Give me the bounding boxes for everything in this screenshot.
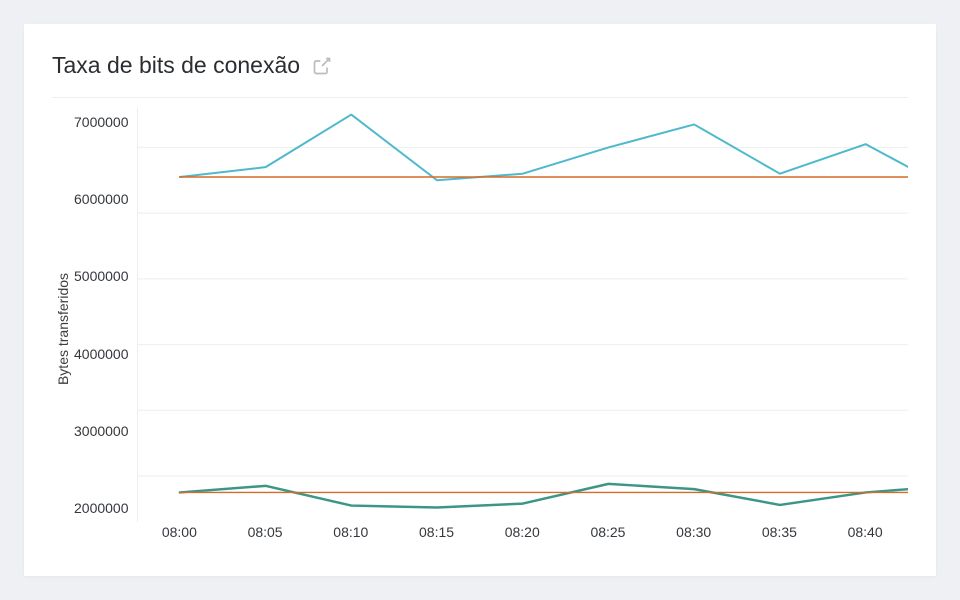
y-tick: 3000000 bbox=[74, 423, 129, 439]
open-in-new-icon[interactable] bbox=[312, 56, 332, 76]
x-tick: 08:30 bbox=[651, 524, 737, 550]
card-header: Taxa de bits de conexão bbox=[52, 52, 908, 98]
y-tick: 5000000 bbox=[74, 268, 129, 284]
y-tick: 7000000 bbox=[74, 114, 129, 130]
x-axis-ticks: 08:00 08:05 08:10 08:15 08:20 08:25 08:3… bbox=[137, 524, 908, 550]
y-axis-label: Bytes transferidos bbox=[55, 273, 71, 385]
chart-title: Taxa de bits de conexão bbox=[52, 52, 300, 79]
x-tick: 08:35 bbox=[737, 524, 823, 550]
chart-body: Bytes transferidos 7000000 6000000 50000… bbox=[52, 108, 908, 550]
y-axis-ticks: 7000000 6000000 5000000 4000000 3000000 … bbox=[74, 108, 137, 550]
chart-card: Taxa de bits de conexão Bytes transferid… bbox=[24, 24, 936, 576]
chart-svg bbox=[137, 108, 908, 522]
x-tick: 08:00 bbox=[137, 524, 223, 550]
y-tick: 4000000 bbox=[74, 346, 129, 362]
x-tick: 08:25 bbox=[565, 524, 651, 550]
x-tick: 08:15 bbox=[394, 524, 480, 550]
x-tick: 08:05 bbox=[222, 524, 308, 550]
y-axis-label-wrap: Bytes transferidos bbox=[52, 108, 74, 550]
y-tick: 2000000 bbox=[74, 500, 129, 516]
plot-area: 08:00 08:05 08:10 08:15 08:20 08:25 08:3… bbox=[137, 108, 908, 550]
x-tick: 08:40 bbox=[822, 524, 908, 550]
series-lower-line bbox=[179, 484, 908, 508]
y-tick: 6000000 bbox=[74, 191, 129, 207]
x-tick: 08:10 bbox=[308, 524, 394, 550]
x-tick: 08:20 bbox=[479, 524, 565, 550]
